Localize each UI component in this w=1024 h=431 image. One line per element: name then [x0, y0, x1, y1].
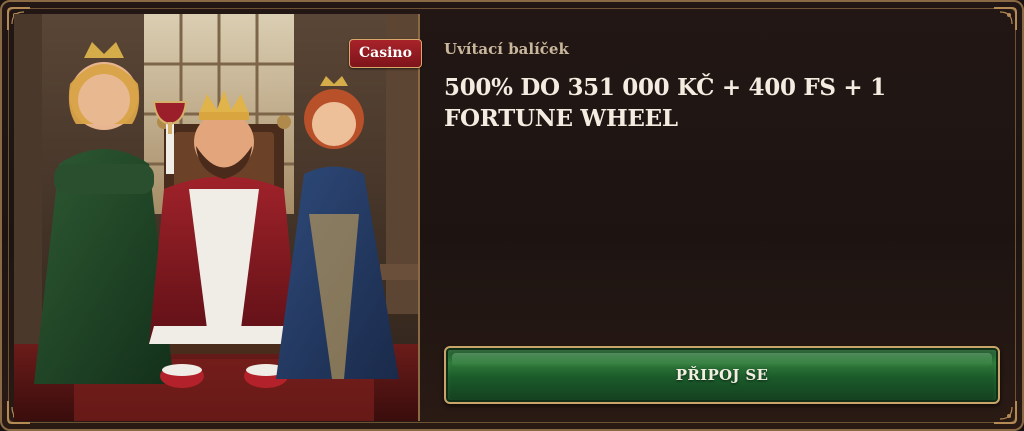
promo-card: Casino Uvítací balíček 500% DO 351 000 K… [0, 0, 1024, 431]
join-button[interactable]: PŘIPOJ SE [444, 346, 1000, 404]
promo-subtitle: Uvítací balíček [444, 40, 569, 58]
category-badge: Casino [349, 39, 422, 68]
promo-content: Casino Uvítací balíček 500% DO 351 000 K… [349, 14, 1014, 421]
join-button-label: PŘIPOJ SE [675, 366, 769, 384]
promo-headline: 500% DO 351 000 KČ + 400 FS + 1 FORTUNE … [444, 74, 886, 132]
promo-illustration [14, 14, 420, 421]
royal-family-icon [14, 14, 418, 421]
